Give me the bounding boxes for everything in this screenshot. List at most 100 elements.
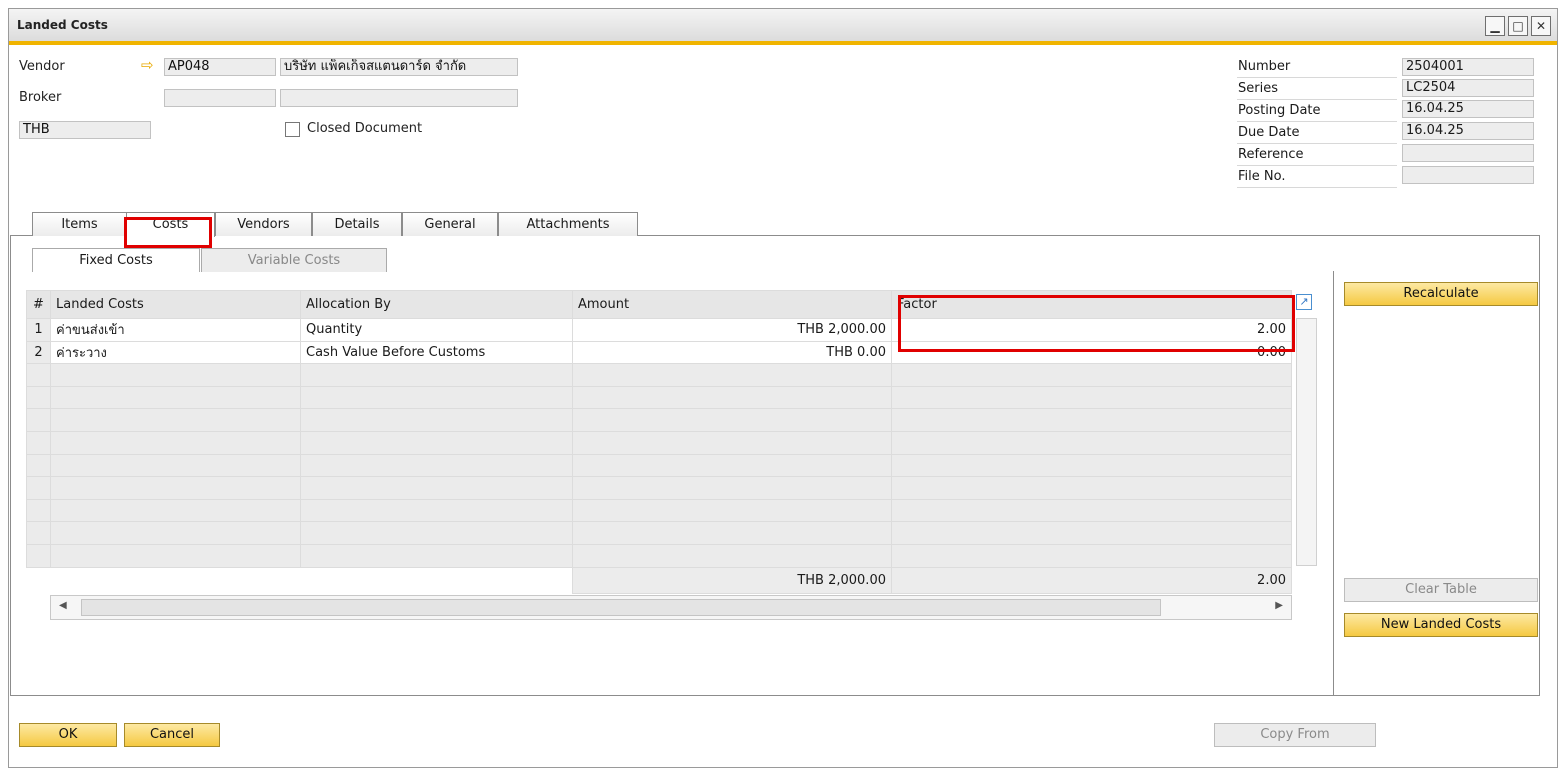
factor-cell: 2.00 [891, 318, 1292, 342]
empty-cell[interactable] [300, 543, 573, 568]
empty-cell[interactable] [50, 430, 301, 455]
amount-cell[interactable]: THB 0.00 [572, 340, 892, 365]
tab-details[interactable]: Details [312, 212, 402, 236]
series-field[interactable]: LC2504 [1402, 79, 1534, 97]
empty-cell[interactable] [572, 476, 892, 500]
empty-cell[interactable] [50, 453, 301, 478]
vendor-code-field[interactable]: AP048 [164, 58, 276, 76]
broker-name-field[interactable] [280, 89, 518, 107]
empty-cell[interactable] [572, 363, 892, 387]
empty-cell[interactable] [50, 498, 301, 523]
horizontal-scrollbar[interactable]: ◀ ▶ [50, 595, 1292, 620]
total-factor: 2.00 [891, 566, 1292, 594]
subtab-variable-costs[interactable]: Variable Costs [201, 248, 387, 272]
currency-field[interactable]: THB [19, 121, 151, 139]
empty-cell[interactable] [300, 453, 573, 478]
close-icon[interactable]: ✕ [1531, 16, 1551, 36]
empty-row [26, 408, 1292, 432]
empty-cell[interactable] [572, 521, 892, 545]
factor-cell: 0.00 [891, 340, 1292, 365]
empty-cell[interactable] [50, 543, 301, 568]
table-row: 1 ค่าขนส่งเข้า Quantity THB 2,000.00 2.0… [26, 318, 1292, 342]
col-header-allocation-by[interactable]: Allocation By [300, 290, 573, 319]
empty-cell[interactable] [572, 453, 892, 478]
landed-cost-cell[interactable]: ค่าระวาง [50, 340, 301, 365]
minimize-icon[interactable]: ▁ [1485, 16, 1505, 36]
clear-table-button[interactable]: Clear Table [1344, 578, 1538, 602]
closed-document-checkbox[interactable] [285, 122, 300, 137]
empty-cell [891, 453, 1292, 478]
landed-cost-cell[interactable]: ค่าขนส่งเข้า [50, 318, 301, 342]
empty-cell [26, 385, 51, 410]
empty-cell[interactable] [300, 476, 573, 500]
empty-cell[interactable] [300, 430, 573, 455]
reference-label: Reference [1237, 144, 1397, 166]
empty-cell[interactable] [50, 385, 301, 410]
empty-cell[interactable] [572, 543, 892, 568]
reference-field[interactable] [1402, 144, 1534, 162]
link-arrow-icon[interactable]: ⇨ [141, 56, 154, 74]
empty-row [26, 498, 1292, 523]
file-no-field[interactable] [1402, 166, 1534, 184]
empty-cell[interactable] [300, 385, 573, 410]
empty-cell[interactable] [572, 385, 892, 410]
empty-row [26, 476, 1292, 500]
table-header: # Landed Costs Allocation By Amount Fact… [26, 290, 1292, 319]
col-header-factor[interactable]: Factor [891, 290, 1292, 319]
allocation-cell[interactable]: Cash Value Before Customs [300, 340, 573, 365]
subtab-fixed-costs[interactable]: Fixed Costs [32, 248, 200, 272]
empty-cell[interactable] [300, 408, 573, 432]
scroll-thumb[interactable] [81, 599, 1161, 616]
file-no-label: File No. [1237, 166, 1397, 188]
empty-cell[interactable] [50, 363, 301, 387]
total-amount: THB 2,000.00 [572, 566, 892, 594]
empty-cell[interactable] [572, 408, 892, 432]
copy-from-button[interactable]: Copy From [1214, 723, 1376, 747]
empty-cell [891, 363, 1292, 387]
row-number: 2 [26, 340, 51, 365]
empty-cell [891, 476, 1292, 500]
window-title: Landed Costs [17, 18, 108, 32]
posting-date-field[interactable]: 16.04.25 [1402, 100, 1534, 118]
broker-label: Broker [19, 90, 62, 105]
broker-code-field[interactable] [164, 89, 276, 107]
amount-cell[interactable]: THB 2,000.00 [572, 318, 892, 342]
empty-cell [891, 430, 1292, 455]
row-number: 1 [26, 318, 51, 342]
number-field[interactable]: 2504001 [1402, 58, 1534, 76]
empty-cell[interactable] [572, 498, 892, 523]
tab-general[interactable]: General [402, 212, 498, 236]
col-header-landed-costs[interactable]: Landed Costs [50, 290, 301, 319]
empty-row [26, 430, 1292, 455]
tab-attachments[interactable]: Attachments [498, 212, 638, 236]
tab-items[interactable]: Items [32, 212, 127, 236]
col-header-amount[interactable]: Amount [572, 290, 892, 319]
tab-costs[interactable]: Costs [126, 212, 215, 237]
due-date-field[interactable]: 16.04.25 [1402, 122, 1534, 140]
new-landed-costs-button[interactable]: New Landed Costs [1344, 613, 1538, 637]
totals-row: THB 2,000.00 2.00 [27, 566, 1292, 594]
empty-cell [891, 408, 1292, 432]
empty-cell[interactable] [300, 521, 573, 545]
vendor-name-field[interactable]: บริษัท แพ็คเก็จสแตนดาร์ด จำกัด [280, 58, 518, 76]
maximize-icon[interactable]: □ [1508, 16, 1528, 36]
recalculate-button[interactable]: Recalculate [1344, 282, 1538, 306]
empty-cell [26, 543, 51, 568]
empty-cell[interactable] [300, 363, 573, 387]
total-spacer [51, 567, 301, 593]
empty-cell [891, 498, 1292, 523]
scroll-left-icon[interactable]: ◀ [59, 600, 67, 611]
scroll-right-icon[interactable]: ▶ [1275, 600, 1283, 611]
vertical-scrollbar[interactable] [1296, 318, 1317, 566]
col-header-number[interactable]: # [26, 290, 51, 319]
empty-cell[interactable] [572, 430, 892, 455]
allocation-cell[interactable]: Quantity [300, 318, 573, 342]
ok-button[interactable]: OK [19, 723, 117, 747]
empty-cell[interactable] [50, 476, 301, 500]
tab-vendors[interactable]: Vendors [215, 212, 312, 236]
empty-cell[interactable] [50, 408, 301, 432]
cancel-button[interactable]: Cancel [124, 723, 220, 747]
empty-cell[interactable] [50, 521, 301, 545]
expand-icon[interactable]: ↗ [1296, 294, 1312, 310]
empty-cell[interactable] [300, 498, 573, 523]
